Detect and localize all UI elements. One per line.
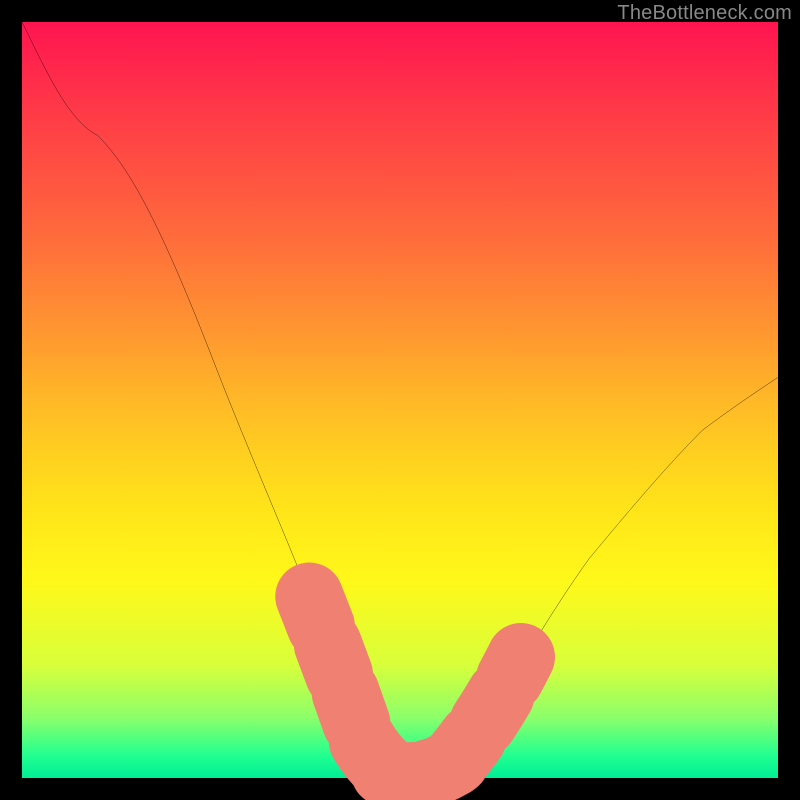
optimal-band-right [453,657,521,763]
chart-frame: TheBottleneck.com [0,0,800,800]
chart-plot-area [22,22,778,778]
watermark-text: TheBottleneck.com [617,2,792,25]
bottleneck-curve [22,22,778,776]
chart-svg [22,22,778,778]
